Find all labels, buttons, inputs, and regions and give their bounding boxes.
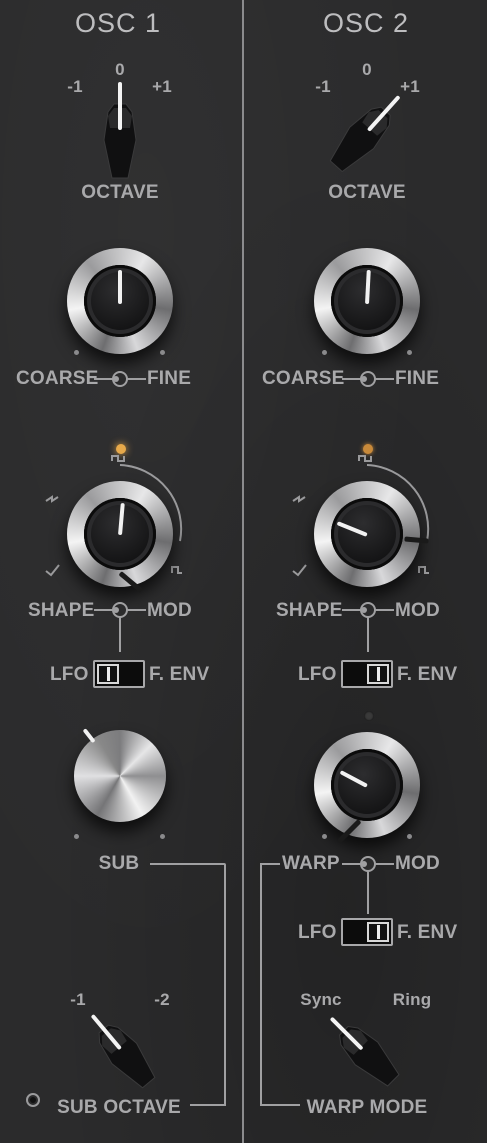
square-wave-icon [358,455,372,462]
osc1-mod-source-switch[interactable] [93,660,145,688]
sub-route-line-v [224,863,226,1105]
osc2-warp-mode-switch[interactable] [320,1004,420,1094]
osc2-octave-label: OCTAVE [328,182,406,203]
osc2-mod-label: MOD [395,600,440,621]
osc1-shape-led [116,444,126,454]
pulse-wave-icon [418,566,429,574]
osc2-warp-label: WARP [282,853,340,874]
osc2-shape-led [363,444,373,454]
square-wave-icon [111,455,125,462]
osc2-title: OSC 2 [322,8,410,38]
osc2-coarse-fine-toggle[interactable] [342,369,394,389]
osc1-shape-label: SHAPE [28,600,95,621]
osc2-mod-source-switch[interactable] [341,660,393,688]
osc2-shape-knob[interactable] [314,481,429,587]
osc1-fine-label: FINE [147,368,192,389]
osc1-pitch-min-dot [74,350,79,355]
osc1-coarse-fine-toggle[interactable] [94,369,146,389]
osc2-warp-source-switch[interactable] [341,918,393,946]
osc2-shape-label: SHAPE [276,600,343,621]
osc2-pitch-knob[interactable] [314,248,420,354]
osc1-sub-label: SUB [98,853,140,874]
osc1-pitch-max-dot [160,350,165,355]
osc1-octave-switch[interactable] [90,82,150,182]
osc1-shape-knob[interactable] [67,481,173,593]
sub-route-line-bottom [190,1104,226,1106]
osc1-sub-min-dot [74,834,79,839]
osc1-octave-minus-label: -1 [67,77,83,96]
osc2-warp-mode-label: WARP MODE [306,1097,428,1118]
osc1-octave-zero-label: 0 [115,60,125,79]
warp-route-line-bottom [260,1104,300,1106]
osc2-lfo-label: LFO [298,664,337,685]
osc1-lfo-label: LFO [50,664,89,685]
osc2-shape-mod-toggle[interactable] [342,600,394,652]
osc1-octave-label: OCTAVE [81,182,159,203]
pulse-wave-icon [171,566,182,574]
osc2-warp-lfo-label: LFO [298,922,337,943]
warp-route-line-v [260,863,262,1105]
osc1-coarse-label: COARSE [16,368,99,389]
osc1-mod-label: MOD [147,600,192,621]
osc1-shape-mod-toggle[interactable] [94,600,146,652]
osc2-warp-mod-label: MOD [395,853,440,874]
osc2-pitch-max-dot [407,350,412,355]
osc2-coarse-label: COARSE [262,368,345,389]
osc2-warp-mod-toggle[interactable] [342,854,394,914]
osc2-warp-knob[interactable] [314,732,420,844]
osc1-title: OSC 1 [74,8,162,38]
osc2-fenv-label: F. ENV [397,664,458,685]
osc2-octave-switch[interactable] [322,82,412,182]
osc1-sub-octave-label: SUB OCTAVE [57,1097,181,1118]
osc1-fenv-label: F. ENV [149,664,210,685]
osc1-sub-octave-switch[interactable] [78,1004,168,1094]
osc2-warp-fenv-label: F. ENV [397,922,458,943]
osc2-warp-min-dot [322,834,327,839]
osc2-pitch-min-dot [322,350,327,355]
osc2-warp-max-dot [407,834,412,839]
osc1-sub-knob[interactable] [74,728,166,822]
sub-route-line-h [150,863,224,865]
warp-route-line-h [260,863,280,865]
osc2-fine-label: FINE [395,368,440,389]
oscillator-divider [242,0,244,1143]
osc1-sub-max-dot [160,834,165,839]
osc2-warp-led [364,711,374,721]
osc1-pitch-knob[interactable] [67,248,173,354]
input-jack-icon[interactable] [26,1093,40,1107]
osc2-octave-zero-label: 0 [362,60,372,79]
osc1-octave-plus-label: +1 [152,77,172,96]
